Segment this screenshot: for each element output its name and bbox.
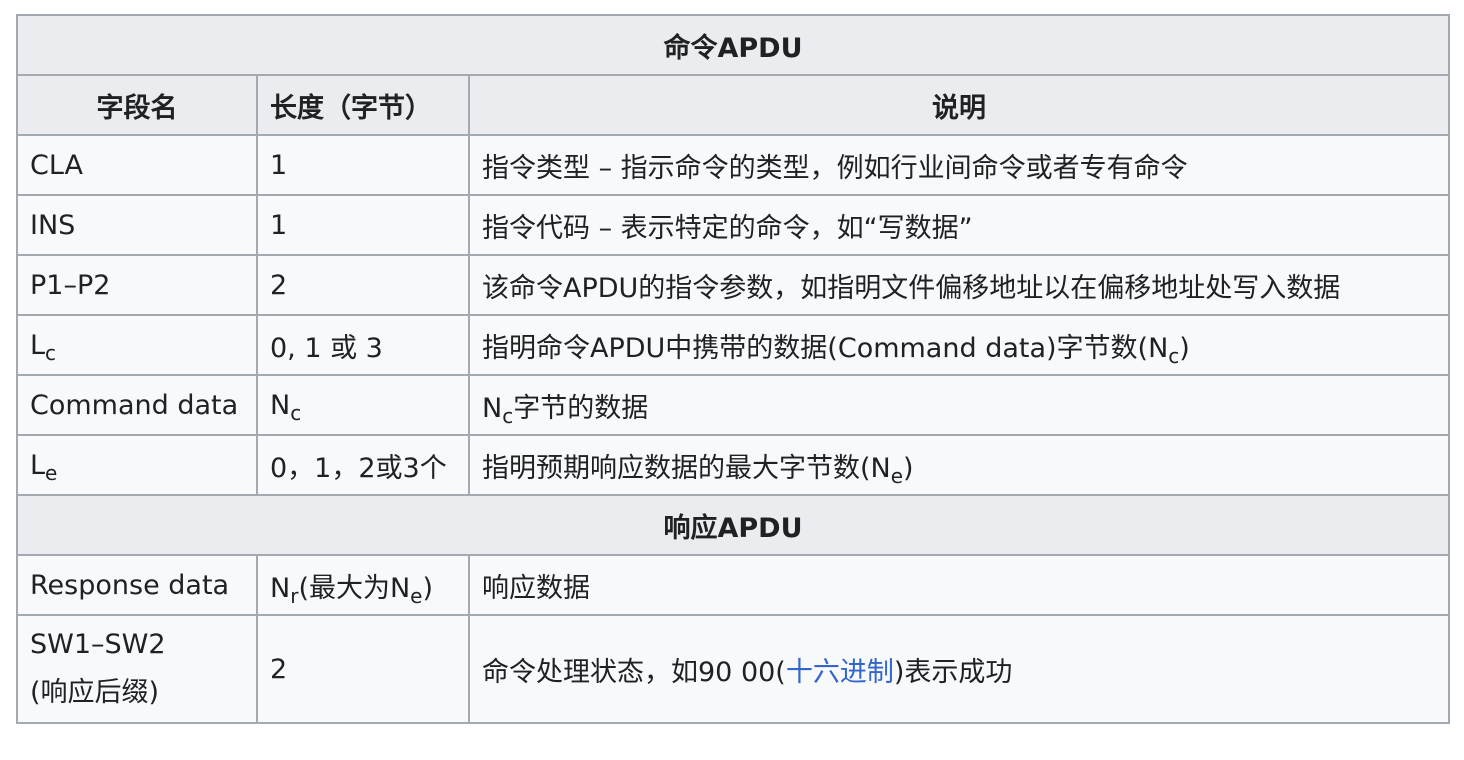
table-row: Response data Nr(最大为Ne) 响应数据 (16, 554, 1451, 616)
field-line-1: SW1–SW2 (30, 629, 166, 660)
length-main: N (270, 389, 291, 421)
command-section-title: 命令APDU (15, 14, 1451, 76)
description-tail: 字节的数据 (513, 392, 649, 424)
table-row: P1–P2 2 该命令APDU的指令参数，如指明文件偏移地址以在偏移地址处写入数… (16, 254, 1451, 316)
field-cell: CLA (16, 134, 258, 196)
description-cell: 响应数据 (467, 554, 1451, 616)
description-cell: 命令处理状态，如90 00(十六进制)表示成功 (467, 614, 1451, 724)
field-subscript: c (45, 340, 57, 365)
field-cell: SW1–SW2 (响应后缀) (16, 614, 258, 724)
field-cell: Le (16, 434, 258, 496)
field-multiline: SW1–SW2 (响应后缀) (30, 621, 244, 717)
table-row: INS 1 指令代码 – 表示特定的命令，如“写数据” (16, 194, 1451, 256)
field-cell: Lc (16, 314, 258, 376)
field-subscript: e (45, 460, 58, 485)
description-cell: 指令类型 – 指示命令的类型，例如行业间命令或者专有命令 (467, 134, 1451, 196)
description-tail: ) (903, 452, 914, 484)
column-header-row: 字段名 长度（字节） 说明 (16, 74, 1451, 136)
description-cell: 指明预期响应数据的最大字节数(Ne) (467, 434, 1451, 496)
description-subscript: c (1168, 343, 1180, 368)
length-mid: (最大为N (298, 572, 411, 604)
header-description: 说明 (467, 74, 1451, 136)
field-cell: INS (16, 194, 258, 256)
length-cell: Nr(最大为Ne) (256, 554, 470, 616)
response-section-title: 响应APDU (15, 494, 1451, 556)
length-cell: 2 (256, 254, 470, 316)
hexadecimal-link[interactable]: 十六进制 (786, 657, 894, 688)
field-line-2: (响应后缀) (30, 677, 160, 708)
description-main: 指明预期响应数据的最大字节数(N (482, 452, 891, 484)
command-section-header-row: 命令APDU (15, 14, 1451, 76)
length-cell: Nc (256, 374, 470, 436)
length-cell: 0，1，2或3个 (256, 434, 470, 496)
length-tail: ) (422, 572, 434, 604)
length-cell: 1 (256, 134, 470, 196)
field-cell: Command data (16, 374, 258, 436)
length-subscript: c (290, 400, 302, 425)
table-row: Lc 0, 1 或 3 指明命令APDU中携带的数据(Command data)… (16, 314, 1451, 376)
field-main: L (30, 449, 46, 481)
apdu-table: 命令APDU 字段名 长度（字节） 说明 CLA 1 指令类型 – 指示命令的类… (15, 14, 1451, 724)
response-section-header-row: 响应APDU (15, 494, 1451, 556)
description-subscript: e (890, 463, 904, 488)
description-subscript: c (502, 403, 514, 428)
field-cell: P1–P2 (16, 254, 258, 316)
field-cell: Response data (16, 554, 258, 616)
description-pre: 命令处理状态，如90 00( (482, 656, 786, 688)
table-row: Le 0，1，2或3个 指明预期响应数据的最大字节数(Ne) (16, 434, 1451, 496)
description-main: 指明命令APDU中携带的数据(Command data)字节数(N (482, 332, 1169, 364)
description-main: N (482, 392, 503, 424)
length-cell: 0, 1 或 3 (256, 314, 470, 376)
header-length: 长度（字节） (256, 74, 470, 136)
apdu-table-container: 命令APDU 字段名 长度（字节） 说明 CLA 1 指令类型 – 指示命令的类… (15, 14, 1451, 724)
description-cell: 指明命令APDU中携带的数据(Command data)字节数(Nc) (467, 314, 1451, 376)
description-post: )表示成功 (893, 656, 1013, 688)
description-cell: 该命令APDU的指令参数，如指明文件偏移地址以在偏移地址处写入数据 (467, 254, 1451, 316)
length-subscript-2: e (410, 583, 423, 608)
description-cell: Nc字节的数据 (467, 374, 1451, 436)
length-cell: 2 (256, 614, 470, 724)
table-row: Command data Nc Nc字节的数据 (16, 374, 1451, 436)
description-cell: 指令代码 – 表示特定的命令，如“写数据” (467, 194, 1451, 256)
table-row: SW1–SW2 (响应后缀) 2 命令处理状态，如90 00(十六进制)表示成功 (16, 614, 1451, 724)
length-main: N (270, 572, 291, 604)
field-main: L (30, 329, 46, 361)
length-cell: 1 (256, 194, 470, 256)
description-tail: ) (1179, 332, 1190, 364)
header-field: 字段名 (16, 74, 258, 136)
table-row: CLA 1 指令类型 – 指示命令的类型，例如行业间命令或者专有命令 (16, 134, 1451, 196)
